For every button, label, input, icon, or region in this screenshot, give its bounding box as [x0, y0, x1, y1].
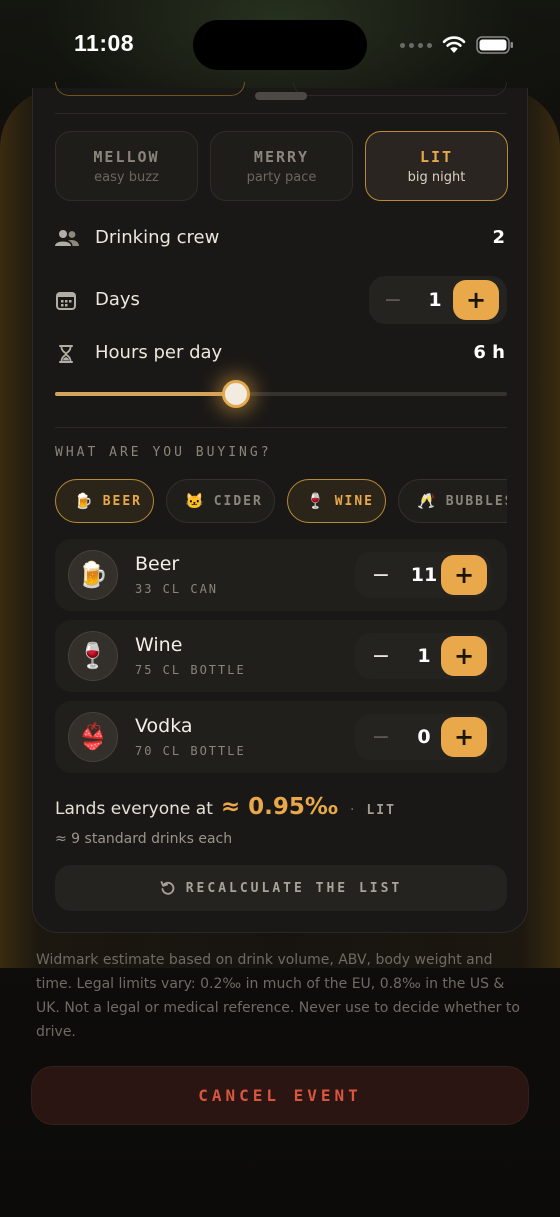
mode-subtitle: easy buzz [94, 169, 159, 185]
chip-wine[interactable]: 🍷 WINE [287, 479, 386, 523]
drink-size: 33 CL CAN [135, 582, 219, 596]
wine-icon: 🍷 [306, 492, 325, 510]
mode-merry-button[interactable]: MERRY party pace [210, 131, 353, 201]
hourglass-icon [59, 345, 73, 363]
increment-button[interactable]: + [441, 717, 487, 757]
drink-name: Wine [135, 634, 183, 656]
status-icons [400, 34, 514, 56]
hours-slider-thumb[interactable] [221, 380, 250, 408]
mode-title: LIT [419, 147, 454, 166]
quantity-stepper: −0 + [355, 714, 491, 760]
bac-value: ≈ 0.95‰ [220, 794, 339, 820]
chip-beer[interactable]: 🍺 BEER [55, 479, 154, 523]
mode-title: MERRY [253, 147, 310, 166]
days-label: Days [95, 289, 140, 310]
chip-label: BUBBLES [445, 493, 507, 509]
divider [55, 113, 507, 114]
hours-label: Hours per day [95, 342, 223, 363]
cancel-event-button[interactable]: CANCEL EVENT [31, 1066, 529, 1125]
mode-title: MELLOW [93, 147, 160, 166]
days-increment-button[interactable]: + [453, 280, 499, 320]
status-time: 11:08 [74, 30, 135, 56]
vodka-icon: 👙 [68, 712, 118, 762]
days-decrement-button[interactable]: − [369, 288, 417, 313]
clipped-option-left [55, 82, 245, 96]
beer-icon: 🍺 [74, 492, 93, 510]
cancel-event-label: CANCEL EVENT [198, 1086, 362, 1105]
event-sheet: MELLOW easy buzz MERRY party pace LIT big nig… [32, 82, 528, 933]
mode-mellow-button[interactable]: MELLOW easy buzz [55, 131, 198, 201]
wine-icon: 🍷 [68, 631, 118, 681]
mode-subtitle: party pace [246, 169, 317, 185]
drink-row-vodka: 👙 Vodka 70 CL BOTTLE −0 + [55, 701, 507, 773]
wifi-icon [442, 36, 466, 53]
beer-icon: 🍺 [68, 550, 118, 600]
drink-row-beer: 🍺 Beer 33 CL CAN −11 + [55, 539, 507, 611]
crew-value[interactable]: 2 [492, 227, 505, 248]
drink-name: Beer [135, 553, 180, 575]
drink-size: 75 CL BOTTLE [135, 663, 246, 677]
chip-label: CIDER [213, 493, 263, 509]
crew-label: Drinking crew [95, 227, 220, 248]
decrement-button[interactable]: − [355, 644, 407, 669]
increment-button[interactable]: + [441, 555, 487, 595]
buying-section-title: WHAT ARE YOU BUYING? [55, 445, 272, 460]
hours-value: 6 h [473, 342, 505, 363]
chip-label: BEER [102, 493, 142, 509]
days-value: 1 [428, 289, 442, 311]
cider-icon: 🐱 [185, 492, 204, 510]
bac-level-badge: LIT [366, 803, 396, 818]
refresh-icon [160, 881, 175, 895]
quantity-value: 1 [417, 645, 431, 667]
drink-row-wine: 🍷 Wine 75 CL BOTTLE −1 + [55, 620, 507, 692]
recalculate-button[interactable]: RECALCULATE THE LIST [55, 865, 507, 911]
days-stepper: − 1 + [369, 276, 507, 324]
calendar-icon [56, 292, 76, 310]
battery-icon [476, 36, 513, 54]
disclaimer-text: Widmark estimate based on drink volume, … [36, 952, 520, 1040]
hours-slider[interactable] [55, 380, 507, 408]
mode-subtitle: big night [407, 169, 466, 185]
result-label: Lands everyone at [55, 799, 213, 819]
signal-icon [400, 42, 432, 48]
separator-dot: · [350, 802, 355, 818]
decrement-button[interactable]: − [355, 725, 407, 750]
increment-button[interactable]: + [441, 636, 487, 676]
chip-label: WINE [334, 493, 374, 509]
dynamic-island [193, 20, 367, 70]
quantity-value: 0 [417, 726, 431, 748]
quantity-value: 11 [410, 564, 438, 586]
grab-handle[interactable] [255, 92, 307, 100]
drink-size: 70 CL BOTTLE [135, 744, 246, 758]
bubbles-icon: 🥂 [417, 492, 436, 510]
divider [55, 427, 507, 428]
standard-drinks-text: ≈ 9 standard drinks each [55, 831, 233, 847]
result-line: Lands everyone at ≈ 0.95‰ · LIT [55, 794, 396, 820]
clipped-option-right [293, 82, 507, 96]
drink-type-chips: 🍺 BEER 🐱 CIDER 🍷 WINE 🥂 BUBBLES [55, 479, 507, 523]
chip-bubbles[interactable]: 🥂 BUBBLES [398, 479, 507, 523]
recalculate-label: RECALCULATE THE LIST [185, 880, 403, 896]
quantity-stepper: −1 + [355, 633, 491, 679]
decrement-button[interactable]: − [355, 563, 407, 588]
hours-slider-fill [55, 392, 236, 396]
quantity-stepper: −11 + [355, 552, 491, 598]
drink-name: Vodka [135, 715, 193, 737]
mode-lit-button[interactable]: LIT big night [365, 131, 508, 201]
people-icon [55, 230, 79, 246]
chip-cider[interactable]: 🐱 CIDER [166, 479, 275, 523]
